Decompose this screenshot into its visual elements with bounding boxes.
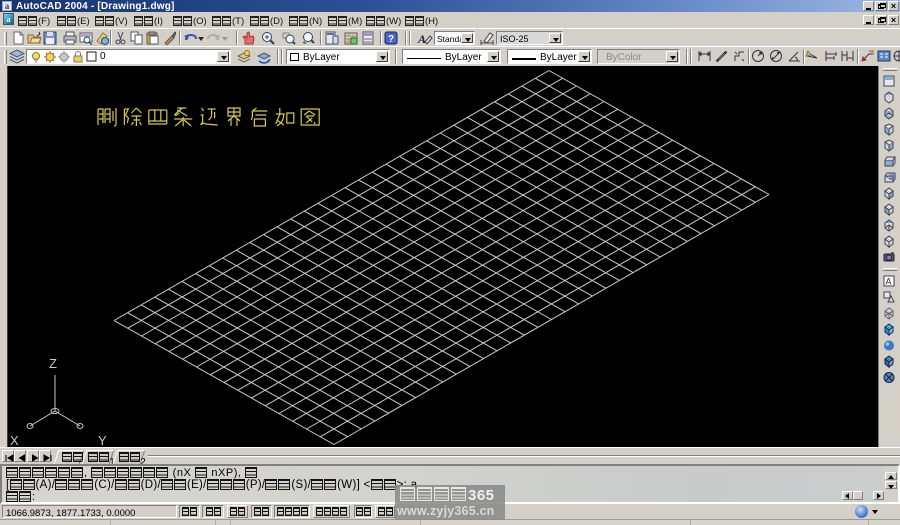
svg-text:A: A [417, 32, 426, 45]
svg-text:Z: Z [49, 356, 57, 371]
svg-text:X: X [10, 433, 19, 447]
svg-text:Y: Y [98, 433, 107, 447]
svg-text:?: ? [388, 34, 394, 45]
svg-text:A: A [886, 277, 892, 287]
